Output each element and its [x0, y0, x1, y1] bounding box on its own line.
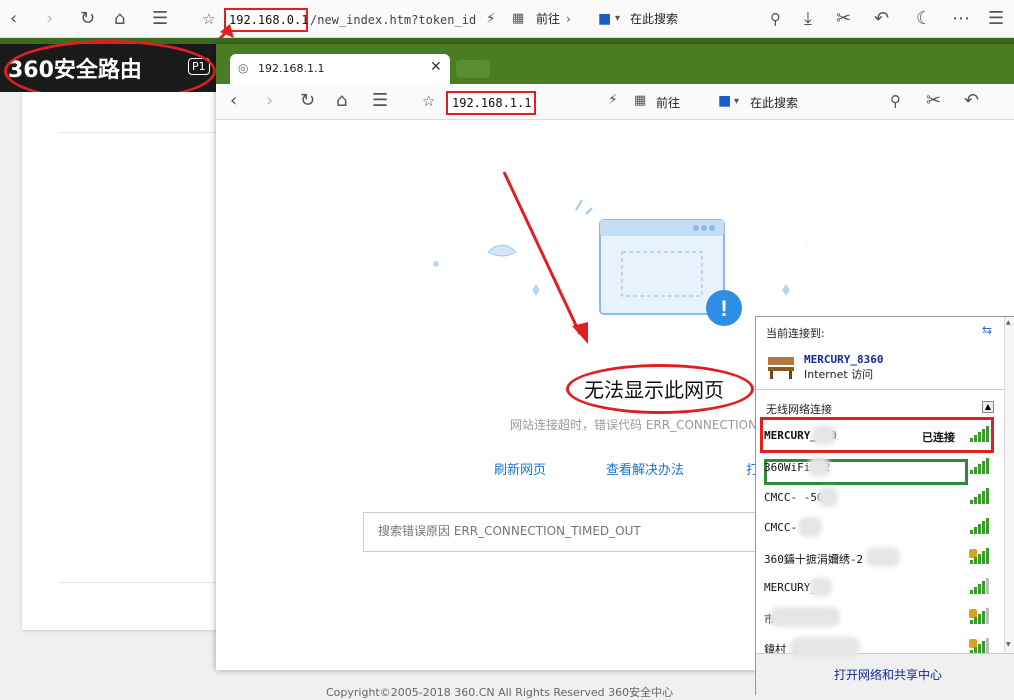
- error-subtitle: 网站连接超时，错误代码 ERR_CONNECTION_: [510, 418, 764, 432]
- pointer-arrow-icon: [502, 171, 588, 344]
- back-browser-toolbar: ‹ › ↻ ⌂ ☰ ☆ ⚡ ▦ 前往 › ■ ▾ 在此搜索 ⚲ ⤓ ✂ ↶ ☾ …: [0, 0, 1014, 38]
- qr-icon[interactable]: ▦: [634, 93, 646, 108]
- download-icon[interactable]: ⤓: [804, 0, 812, 38]
- error-search-box[interactable]: [363, 512, 763, 552]
- highlight-ellipse: [566, 364, 754, 414]
- scroll-down-icon[interactable]: ▼: [1006, 641, 1014, 648]
- back-arrow-icon[interactable]: ‹: [230, 90, 237, 111]
- divider: [58, 582, 218, 583]
- network-status: 已连接: [922, 431, 955, 444]
- wifi-footer: 打开网络和共享中心: [756, 653, 1014, 695]
- forward-arrow-icon[interactable]: ›: [46, 0, 53, 38]
- network-item[interactable]: CMCC- -5G: [764, 491, 824, 504]
- refresh-icon[interactable]: ⇆: [982, 323, 992, 337]
- lightning-icon[interactable]: ⚡: [486, 0, 496, 38]
- error-illustration: !: [433, 199, 806, 326]
- privacy-blur: [770, 607, 840, 627]
- reload-icon[interactable]: ↻: [300, 90, 315, 111]
- globe-icon: ◎: [238, 61, 249, 75]
- front-address-bar[interactable]: 192.168.1.1: [446, 91, 536, 115]
- front-tab-bar: ◎ 192.168.1.1 ✕: [216, 44, 1014, 84]
- signal-icon: [970, 458, 992, 474]
- tab-active[interactable]: ◎ 192.168.1.1 ✕: [230, 54, 450, 84]
- back-page-content: [22, 92, 218, 630]
- scrollbar[interactable]: ▲ ▼: [1004, 317, 1014, 653]
- star-icon[interactable]: ☆: [422, 92, 435, 110]
- signal-icon: [970, 578, 992, 594]
- goto-button[interactable]: 前往: [656, 94, 680, 111]
- privacy-blur: [810, 577, 832, 597]
- close-icon[interactable]: ✕: [430, 59, 442, 75]
- wireless-section-label: 无线网络连接: [766, 403, 832, 416]
- current-network-name: MERCURY_8360: [804, 353, 884, 366]
- copyright-text: Copyright©2005-2018 360.CN All Rights Re…: [326, 686, 674, 699]
- divider: [756, 389, 1004, 390]
- reading-icon[interactable]: ☰: [372, 90, 388, 111]
- qr-icon[interactable]: ▦: [512, 0, 524, 38]
- svg-text:!: !: [720, 296, 727, 321]
- undo-icon[interactable]: ↶: [874, 0, 889, 38]
- paw-icon[interactable]: ■: [598, 0, 611, 38]
- front-browser-toolbar: ‹ › ↻ ⌂ ☰ ☆ ⚡ ▦ 前往 ■ ▾ 在此搜索 ⚲ ✂ ↶: [216, 84, 1014, 120]
- signal-icon: [970, 518, 992, 534]
- back-address-bar[interactable]: 192.168.0.1: [224, 8, 308, 32]
- privacy-blur: [818, 487, 838, 507]
- privacy-blur: [866, 547, 900, 567]
- error-search-input[interactable]: [378, 524, 758, 538]
- solution-link[interactable]: 查看解决办法: [606, 459, 684, 478]
- signal-icon: [970, 488, 992, 504]
- divider: [58, 132, 218, 133]
- refresh-link[interactable]: 刷新网页: [494, 459, 546, 478]
- caret-down-icon[interactable]: ▾: [615, 0, 620, 38]
- open-network-center-link[interactable]: 打开网络和共享中心: [834, 666, 942, 683]
- back-arrow-icon[interactable]: ‹: [10, 0, 17, 38]
- menu-icon[interactable]: ☰: [988, 0, 1004, 38]
- scroll-up-icon[interactable]: ▲: [1006, 319, 1014, 326]
- home-icon[interactable]: ⌂: [114, 0, 125, 38]
- more-icon[interactable]: ⋯: [952, 0, 970, 38]
- signal-icon: [970, 548, 992, 564]
- goto-button[interactable]: 前往: [536, 0, 560, 38]
- scissors-icon[interactable]: ✂: [926, 90, 941, 111]
- signal-icon: [970, 638, 992, 654]
- search-box[interactable]: 在此搜索: [750, 94, 798, 111]
- undo-icon[interactable]: ↶: [964, 90, 979, 111]
- scissors-icon[interactable]: ✂: [836, 0, 851, 38]
- privacy-blur: [790, 637, 860, 657]
- privacy-blur: [808, 457, 830, 477]
- new-tab-button[interactable]: [456, 60, 490, 78]
- search-icon[interactable]: ⚲: [770, 0, 781, 38]
- signal-icon: [970, 426, 992, 442]
- reading-icon[interactable]: ☰: [152, 0, 168, 38]
- home-icon[interactable]: ⌂: [336, 90, 347, 111]
- collapse-button[interactable]: ▲: [982, 401, 994, 413]
- chevron-right-icon: ›: [566, 12, 571, 26]
- forward-arrow-icon[interactable]: ›: [266, 90, 273, 111]
- bench-icon: [768, 357, 794, 379]
- wifi-panel: 当前连接到: ⇆ MERCURY_8360 Internet 访问 无线网络连接…: [755, 316, 1014, 695]
- back-address-rest: /new_index.htm?token_id: [310, 13, 477, 27]
- search-box[interactable]: 在此搜索: [630, 0, 678, 38]
- privacy-blur: [812, 425, 836, 445]
- search-icon[interactable]: ⚲: [890, 92, 901, 110]
- privacy-blur: [798, 517, 822, 537]
- tab-title: 192.168.1.1: [258, 62, 325, 75]
- reload-icon[interactable]: ↻: [80, 0, 95, 38]
- current-network-status: Internet 访问: [804, 368, 874, 381]
- network-item[interactable]: CMCC-: [764, 521, 797, 534]
- network-item[interactable]: 360鑄十摭涓嬭绣-2 8: [764, 551, 876, 567]
- moon-icon[interactable]: ☾: [916, 0, 932, 38]
- current-connection-label: 当前连接到:: [766, 327, 825, 340]
- caret-down-icon[interactable]: ▾: [734, 96, 739, 107]
- paw-icon[interactable]: ■: [718, 93, 731, 109]
- signal-icon: [970, 608, 992, 624]
- lightning-icon[interactable]: ⚡: [608, 92, 618, 108]
